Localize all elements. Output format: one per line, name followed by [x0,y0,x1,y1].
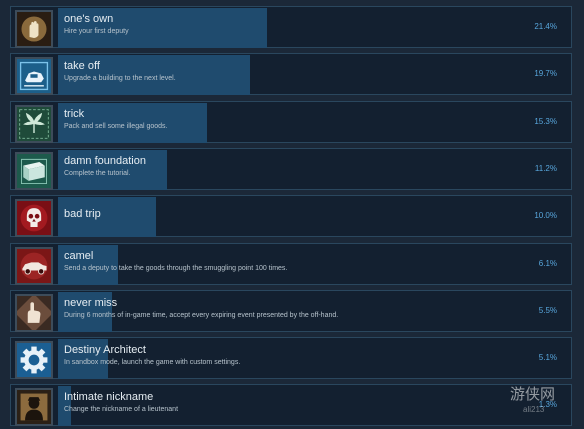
achievement-description: Send a deputy to take the goods through … [64,265,288,272]
car-icon [15,247,53,285]
achievement-title: trick [64,108,85,120]
unlock-rate-bar [58,8,569,48]
achievement-title: damn foundation [64,155,146,167]
achievement-description: Complete the tutorial. [64,170,131,177]
gear-icon [15,341,53,379]
unlock-percentage: 5.1% [538,353,557,362]
skull-icon [15,199,53,237]
achievement-description: Upgrade a building to the next level. [64,75,176,82]
leaf-icon [15,105,53,143]
achievement-list: one's own Hire your first deputy 21.4% take… [0,0,584,429]
achievement-row[interactable]: Destiny Architect In sandbox mode, launch… [10,337,572,379]
achievement-row[interactable]: trick Pack and sell some illegal goods. 15… [10,101,572,143]
achievement-row[interactable]: camel Send a deputy to take the goods thr… [10,243,572,285]
silhouette-icon [15,388,53,426]
achievement-row[interactable]: Intimate nickname Change the nickname of … [10,384,572,426]
achievement-description: Change the nickname of a lieutenant [64,406,179,413]
pointing-hand-icon [15,294,53,332]
achievement-description: During 6 months of in-game time, accept … [64,312,339,319]
achievement-description: Pack and sell some illegal goods. [64,123,168,130]
unlock-percentage: 10.0% [534,211,557,220]
unlock-percentage: 15.3% [534,117,557,126]
unlock-percentage: 6.1% [538,259,557,268]
achievement-title: bad trip [64,208,101,220]
achievement-row[interactable]: never miss During 6 months of in-game tim… [10,290,572,332]
achievement-description: Hire your first deputy [64,28,129,35]
crate-icon [15,152,53,190]
achievement-title: take off [64,60,100,72]
achievement-title: Intimate nickname [64,391,154,403]
building-icon [15,57,53,95]
unlock-percentage: 1.3% [538,400,557,409]
achievement-title: Destiny Architect [64,344,146,356]
unlock-percentage: 21.4% [534,22,557,31]
achievement-row[interactable]: damn foundation Complete the tutorial. 11.… [10,148,572,190]
achievement-description: In sandbox mode, launch the game with cu… [64,359,241,366]
achievement-row[interactable]: one's own Hire your first deputy 21.4% [10,6,572,48]
unlock-rate-bar [58,197,569,237]
achievement-row[interactable]: take off Upgrade a building to the next l… [10,53,572,95]
achievement-title: camel [64,250,94,262]
achievement-title: one's own [64,13,114,25]
hand-icon [15,10,53,48]
unlock-percentage: 11.2% [534,164,557,173]
unlock-percentage: 5.5% [538,306,557,315]
achievement-row[interactable]: bad trip 10.0% [10,195,572,237]
unlock-percentage: 19.7% [534,69,557,78]
achievement-title: never miss [64,297,118,309]
